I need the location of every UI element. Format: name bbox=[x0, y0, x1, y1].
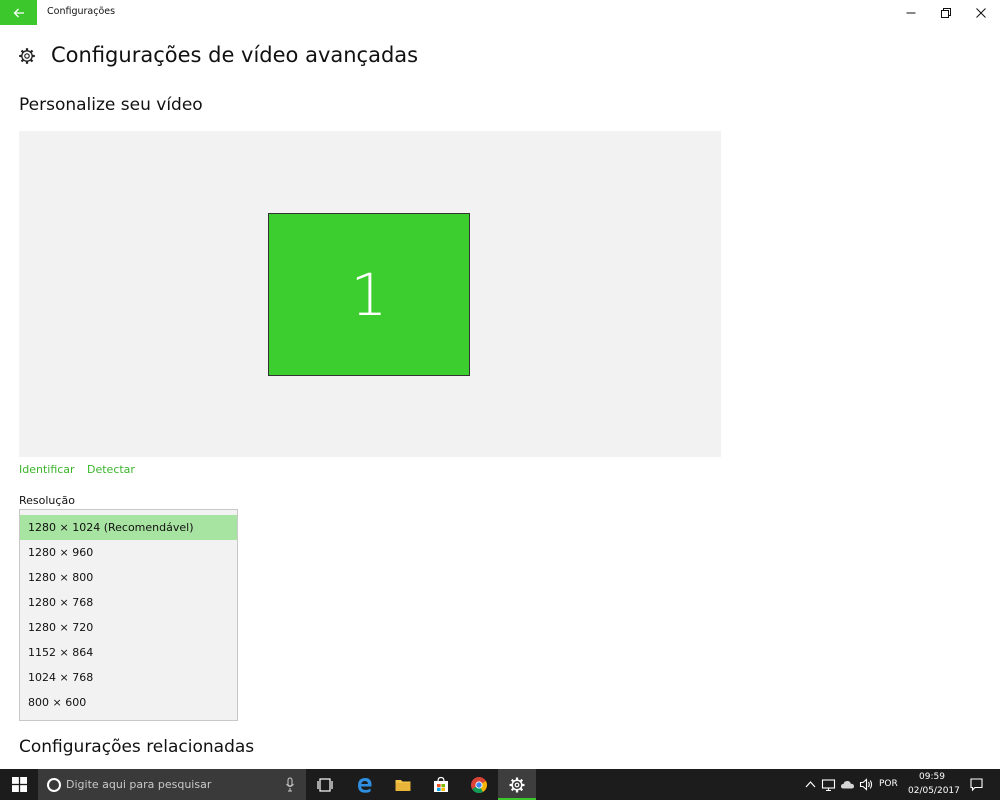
clock-time[interactable]: 09:59 bbox=[919, 772, 945, 782]
section-title-customize: Personalize seu vídeo bbox=[19, 95, 203, 115]
monitor-number: 1 bbox=[350, 260, 388, 329]
resolution-option[interactable]: 1280 × 800 bbox=[20, 565, 237, 590]
minimize-button[interactable] bbox=[894, 0, 928, 25]
display-preview: 1 bbox=[19, 131, 721, 457]
store-button[interactable] bbox=[422, 769, 460, 800]
folder-icon bbox=[395, 779, 411, 791]
speaker-icon[interactable] bbox=[859, 777, 874, 792]
taskbar: Digite aqui para pesquisar POR 09:59 02/… bbox=[0, 769, 1000, 800]
page-title: Configurações de vídeo avançadas bbox=[51, 43, 419, 67]
restore-button[interactable] bbox=[929, 0, 963, 25]
microphone-icon[interactable] bbox=[285, 777, 295, 793]
taskbar-search-box[interactable]: Digite aqui para pesquisar bbox=[38, 769, 306, 800]
search-placeholder: Digite aqui para pesquisar bbox=[66, 778, 212, 791]
monitor-1[interactable]: 1 bbox=[268, 213, 470, 376]
detect-link[interactable]: Detectar bbox=[87, 463, 135, 476]
chevron-up-icon[interactable] bbox=[803, 777, 818, 792]
close-icon bbox=[976, 7, 986, 18]
resolution-option[interactable]: 800 × 600 bbox=[20, 690, 237, 715]
app-title: Configurações bbox=[47, 6, 116, 17]
task-view-icon bbox=[317, 777, 333, 792]
task-view-button[interactable] bbox=[306, 769, 344, 800]
gear-icon bbox=[19, 48, 35, 64]
network-icon[interactable] bbox=[821, 777, 836, 792]
resolution-option[interactable]: 1280 × 720 bbox=[20, 615, 237, 640]
edge-button[interactable] bbox=[346, 769, 384, 800]
resolution-dropdown-list[interactable]: 1280 × 1024 (Recomendável) 1280 × 960 12… bbox=[19, 509, 238, 721]
title-bar: Configurações bbox=[0, 0, 1000, 25]
close-button[interactable] bbox=[964, 0, 998, 25]
language-indicator[interactable]: POR bbox=[879, 779, 898, 789]
start-button[interactable] bbox=[0, 769, 38, 800]
cloud-icon[interactable] bbox=[840, 777, 855, 792]
resolution-option[interactable]: 1280 × 768 bbox=[20, 590, 237, 615]
section-title-related: Configurações relacionadas bbox=[19, 737, 255, 757]
settings-app-button[interactable] bbox=[498, 769, 536, 800]
notification-icon[interactable] bbox=[969, 777, 984, 792]
store-icon bbox=[434, 776, 448, 792]
edge-icon bbox=[358, 777, 372, 793]
resolution-label: Resolução bbox=[19, 494, 75, 507]
minimize-icon bbox=[906, 12, 916, 13]
clock-date[interactable]: 02/05/2017 bbox=[908, 786, 960, 796]
resolution-option[interactable]: 1280 × 1024 (Recomendável) bbox=[20, 515, 237, 540]
arrow-left-icon bbox=[13, 8, 24, 17]
restore-icon bbox=[941, 7, 951, 18]
back-button[interactable] bbox=[0, 0, 37, 25]
cortana-circle-icon bbox=[47, 778, 61, 792]
file-explorer-button[interactable] bbox=[384, 769, 422, 800]
chrome-button[interactable] bbox=[460, 769, 498, 800]
identify-link[interactable]: Identificar bbox=[19, 463, 75, 476]
resolution-option[interactable]: 1280 × 960 bbox=[20, 540, 237, 565]
chrome-icon bbox=[471, 776, 487, 793]
windows-logo-icon bbox=[11, 777, 27, 792]
resolution-option[interactable]: 1152 × 864 bbox=[20, 640, 237, 665]
gear-icon bbox=[509, 777, 525, 792]
resolution-option[interactable]: 1024 × 768 bbox=[20, 665, 237, 690]
